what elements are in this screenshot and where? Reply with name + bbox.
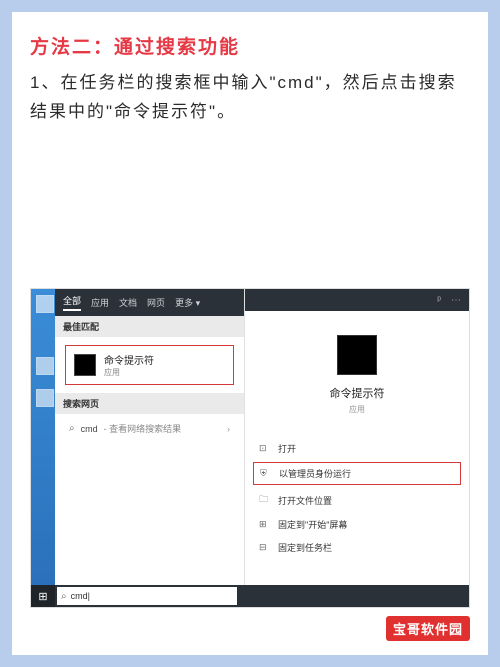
search-input-text: cmd — [71, 591, 88, 601]
action-pin-start[interactable]: ⊞ 固定到"开始"屏幕 — [245, 513, 469, 536]
taskbar: ⊞ ⌕ cmd| — [31, 585, 469, 607]
method-heading: 方法二：通过搜索功能 — [30, 32, 470, 59]
action-pin-taskbar-label: 固定到任务栏 — [278, 541, 332, 554]
search-filter-tabs: 全部 应用 文档 网页 更多 ▾ — [55, 289, 244, 316]
tab-web[interactable]: 网页 — [147, 296, 165, 309]
search-web-header: 搜索网页 — [55, 393, 244, 414]
desktop-shortcut-icon — [36, 295, 54, 313]
feedback-icon[interactable]: ᵖ — [437, 295, 441, 306]
detail-app-sub: 应用 — [245, 404, 469, 415]
best-match-sub: 应用 — [104, 367, 154, 378]
action-file-loc-label: 打开文件位置 — [278, 494, 332, 507]
detail-controls-strip: ᵖ ⋯ — [245, 289, 469, 311]
pin-icon: ⊟ — [259, 542, 270, 553]
start-button[interactable]: ⊞ — [31, 585, 55, 607]
cmd-large-icon — [337, 335, 377, 375]
tab-all[interactable]: 全部 — [63, 294, 81, 311]
open-icon: ⊡ — [259, 443, 270, 454]
best-match-header: 最佳匹配 — [55, 316, 244, 337]
folder-icon: 🗀 — [259, 492, 270, 508]
chevron-right-icon: › — [227, 424, 230, 434]
action-open-label: 打开 — [278, 442, 296, 455]
actions-list: ⊡ 打开 ⛨ 以管理员身份运行 🗀 打开文件位置 ⊞ 固定到"开始"屏幕 ⊟ — [245, 437, 469, 559]
instruction-text: 1、在任务栏的搜索框中输入"cmd"，然后点击搜索结果中的"命令提示符"。 — [30, 69, 470, 127]
taskbar-search-input[interactable]: ⌕ cmd| — [57, 587, 237, 605]
cmd-icon — [74, 354, 96, 376]
desktop-shortcut-icon — [36, 389, 54, 407]
tab-docs[interactable]: 文档 — [119, 296, 137, 309]
windows-search-screenshot: 全部 应用 文档 网页 更多 ▾ 最佳匹配 命令提示符 应用 搜索网页 ⌕ cm… — [30, 288, 470, 608]
action-run-admin[interactable]: ⛨ 以管理员身份运行 — [253, 462, 461, 485]
more-icon[interactable]: ⋯ — [451, 295, 461, 306]
pin-icon: ⊞ — [259, 519, 270, 530]
tab-apps[interactable]: 应用 — [91, 296, 109, 309]
action-pin-start-label: 固定到"开始"屏幕 — [278, 518, 347, 531]
shield-icon: ⛨ — [260, 468, 271, 479]
tab-more[interactable]: 更多 ▾ — [175, 296, 200, 309]
action-open-file-location[interactable]: 🗀 打开文件位置 — [245, 487, 469, 513]
action-pin-taskbar[interactable]: ⊟ 固定到任务栏 — [245, 536, 469, 559]
action-admin-label: 以管理员身份运行 — [279, 467, 351, 480]
action-open[interactable]: ⊡ 打开 — [245, 437, 469, 460]
search-icon: ⌕ — [61, 591, 67, 602]
search-icon: ⌕ — [69, 423, 75, 434]
site-watermark: 宝哥软件园 — [386, 616, 470, 641]
detail-app-name: 命令提示符 — [245, 385, 469, 401]
search-results-panel: 全部 应用 文档 网页 更多 ▾ 最佳匹配 命令提示符 应用 搜索网页 ⌕ cm… — [55, 289, 245, 585]
web-query-desc: - 查看网络搜索结果 — [104, 422, 182, 435]
web-query: cmd — [81, 424, 98, 434]
best-match-name: 命令提示符 — [104, 352, 154, 367]
detail-pane: ᵖ ⋯ 命令提示符 应用 ⊡ 打开 ⛨ 以管理员身份运行 🗀 打开 — [245, 289, 469, 585]
desktop-shortcut-icon — [36, 357, 54, 375]
web-search-result[interactable]: ⌕ cmd - 查看网络搜索结果 › — [65, 418, 234, 439]
best-match-result[interactable]: 命令提示符 应用 — [65, 345, 234, 385]
